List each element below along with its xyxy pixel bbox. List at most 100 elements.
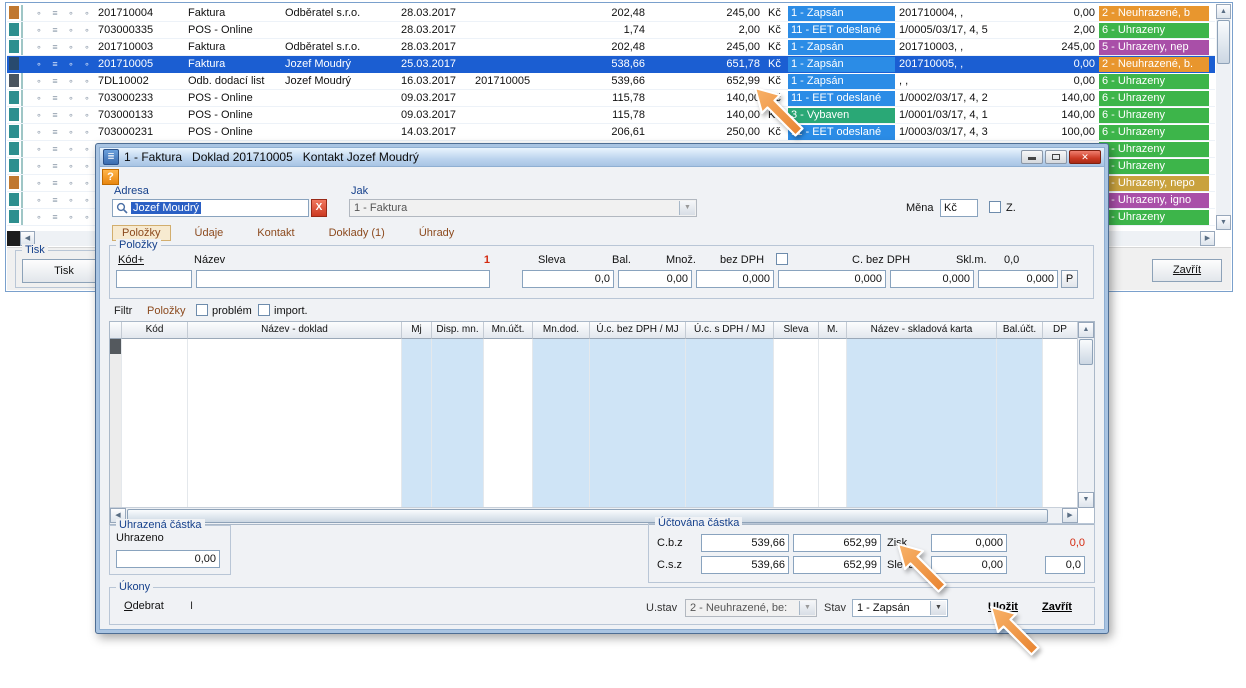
row-icon[interactable]: ≡ [47,209,63,225]
grid-horizontal-scrollbar[interactable] [110,507,1078,524]
kod-input[interactable] [116,270,192,288]
grid-column-header[interactable]: Mn.účt. [484,322,533,339]
grid-column-header[interactable]: Kód [122,322,188,339]
scroll-up-icon[interactable] [1078,322,1094,338]
grid-column-header[interactable]: M. [819,322,847,339]
row-icon[interactable]: ∘ [63,39,79,55]
row-icon[interactable]: ≡ [47,22,63,38]
scroll-right-icon[interactable] [1200,231,1215,246]
row-icon[interactable]: ∘ [31,209,47,225]
scroll-right-icon[interactable] [1062,508,1078,523]
row-icon[interactable]: ∘ [63,158,79,174]
row-icon[interactable]: ∘ [79,175,95,191]
sleva-input[interactable]: 0,0 [522,270,614,288]
dialog-tab[interactable]: Údaje [185,225,234,241]
scrollbar-thumb[interactable] [127,509,1048,523]
row-icon[interactable]: ≡ [47,175,63,191]
invoice-row[interactable]: ∘≡∘∘201710004FakturaOdběratel s.r.o.28.0… [7,5,1215,22]
ustav-select[interactable]: 2 - Neuhrazené, be: [685,599,817,617]
sleva-percent-value[interactable]: 0,0 [1045,556,1085,574]
row-icon[interactable]: ∘ [79,141,95,157]
invoice-row[interactable]: ∘≡∘∘7DL10002Odb. dodací listJozef Moudrý… [7,73,1215,90]
row-icon[interactable]: ∘ [79,73,95,89]
invoice-row[interactable]: ∘≡∘∘703000233POS - Online09.03.2017115,7… [7,90,1215,107]
grid-column-header[interactable]: Název - skladová karta [847,322,997,339]
kod-label[interactable]: Kód+ [118,254,144,267]
filtr-label[interactable]: Filtr [114,305,132,318]
row-icon[interactable]: ∘ [79,192,95,208]
bezdph-input[interactable]: 0,000 [778,270,886,288]
grid-column-header[interactable]: Sleva [774,322,819,339]
bal-input[interactable]: 0,00 [618,270,692,288]
row-icon[interactable]: ∘ [79,124,95,140]
bezdph-checkbox[interactable] [776,253,788,265]
dialog-titlebar[interactable]: 1 - Faktura Doklad 201710005 Kontakt Joz… [99,147,1105,167]
invoice-row[interactable]: ∘≡∘∘703000133POS - Online09.03.2017115,7… [7,107,1215,124]
minimize-button[interactable] [1021,150,1043,164]
grid-column-header[interactable]: Mn.dod. [533,322,590,339]
row-icon[interactable]: ∘ [63,56,79,72]
row-icon[interactable]: ∘ [31,39,47,55]
dialog-tab[interactable]: Doklady (1) [319,225,395,241]
row-icon[interactable]: ≡ [47,90,63,106]
filtr-polozky-label[interactable]: Položky [147,305,186,318]
row-icon[interactable]: ∘ [63,90,79,106]
row-icon[interactable]: ≡ [47,5,63,21]
row-icon[interactable]: ∘ [31,192,47,208]
row-icon[interactable]: ∘ [31,158,47,174]
mena-input[interactable]: Kč [940,199,978,217]
row-icon[interactable]: ∘ [31,175,47,191]
grid-column-header[interactable]: Název - doklad [188,322,402,339]
row-icon[interactable]: ≡ [47,141,63,157]
grid-column-header[interactable]: Disp. mn. [432,322,484,339]
row-icon[interactable]: ∘ [63,124,79,140]
grid-column-header[interactable]: Mj [402,322,432,339]
dialog-tab[interactable]: Úhrady [409,225,464,241]
stav-select[interactable]: 1 - Zapsán [852,599,948,617]
cbz-value-gross[interactable]: 652,99 [793,534,881,552]
row-icon[interactable]: ∘ [31,90,47,106]
row-icon[interactable]: ∘ [31,124,47,140]
scroll-down-icon[interactable] [1078,492,1094,508]
adresa-input[interactable]: Jozef Moudrý [112,199,309,217]
scroll-up-icon[interactable] [1216,4,1231,19]
scroll-down-icon[interactable] [1216,215,1231,230]
cbezdph-input[interactable]: 0,000 [890,270,974,288]
odebrat-button[interactable]: Odebrat [124,600,164,613]
row-icon[interactable]: ∘ [31,73,47,89]
grid-column-header[interactable] [110,322,122,339]
row-icon[interactable]: ∘ [63,175,79,191]
row-icon[interactable]: ≡ [47,107,63,123]
invoice-row[interactable]: ∘≡∘∘201710005FakturaJozef Moudrý25.03.20… [7,56,1215,73]
row-icon[interactable]: ≡ [47,124,63,140]
close-icon[interactable] [1069,150,1101,164]
row-icon[interactable]: ∘ [79,90,95,106]
row-icon[interactable]: ∘ [79,107,95,123]
row-icon[interactable]: ≡ [47,39,63,55]
row-icon[interactable]: ≡ [47,56,63,72]
row-icon[interactable]: ∘ [31,141,47,157]
grid-column-header[interactable]: DP [1043,322,1078,339]
problem-checkbox[interactable] [196,304,208,316]
row-icon[interactable]: ∘ [79,39,95,55]
jak-select[interactable]: 1 - Faktura [349,199,697,217]
row-icon[interactable]: ∘ [63,22,79,38]
csz-value-gross[interactable]: 652,99 [793,556,881,574]
zavrit-window-button[interactable]: Zavřít [1152,259,1222,282]
help-button[interactable]: ? [102,169,119,185]
row-icon[interactable]: ∘ [63,192,79,208]
row-icon[interactable]: ∘ [31,56,47,72]
mnoz-input[interactable]: 0,000 [696,270,774,288]
row-icon[interactable]: ∘ [63,107,79,123]
dialog-tab[interactable]: Kontakt [247,225,304,241]
clear-adresa-button[interactable] [311,199,327,217]
invoice-row[interactable]: ∘≡∘∘703000335POS - Online28.03.20171,742… [7,22,1215,39]
grid-vertical-scrollbar[interactable] [1077,322,1094,508]
maximize-button[interactable] [1045,150,1067,164]
row-icon[interactable]: ∘ [31,22,47,38]
invoice-row[interactable]: ∘≡∘∘703000231POS - Online14.03.2017206,6… [7,124,1215,141]
row-icon[interactable]: ≡ [47,192,63,208]
row-icon[interactable]: ∘ [79,209,95,225]
table-vertical-scrollbar[interactable] [1216,4,1231,230]
sklm-input[interactable]: 0,000 [978,270,1058,288]
